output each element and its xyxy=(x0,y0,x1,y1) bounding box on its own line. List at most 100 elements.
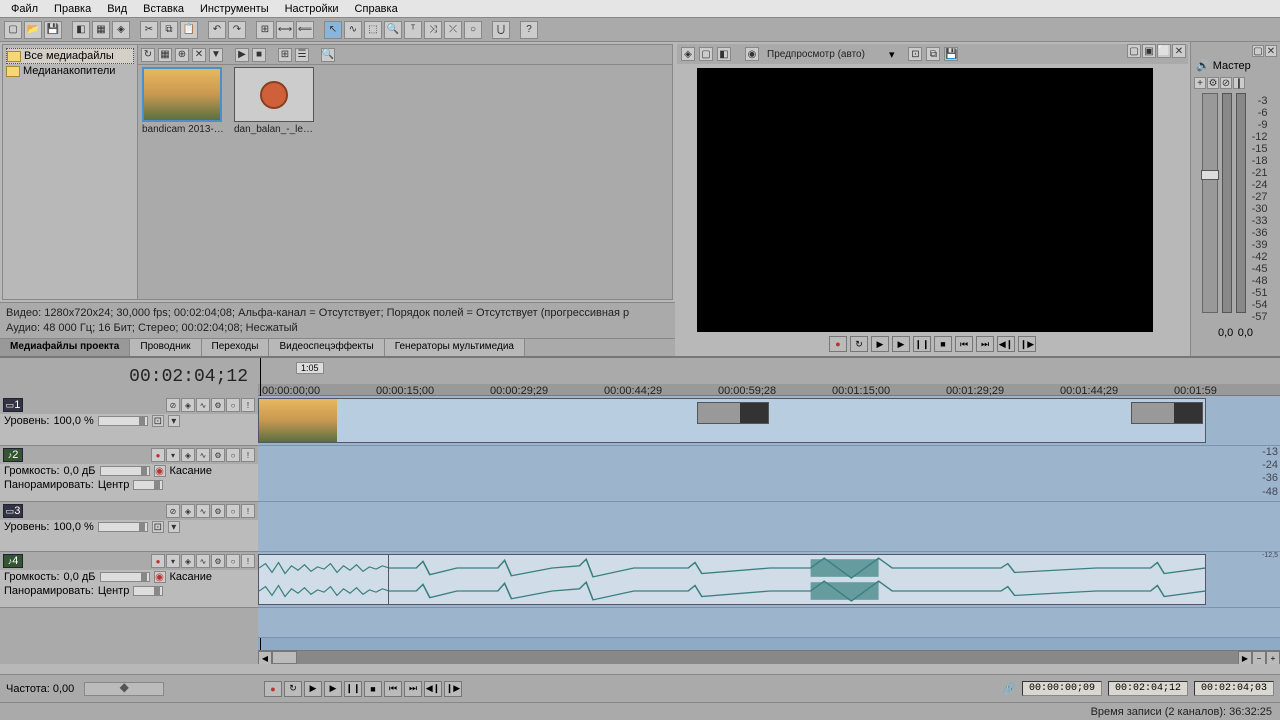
menu-insert[interactable]: Вставка xyxy=(136,1,191,17)
pause-icon[interactable]: ❙❙ xyxy=(344,681,362,697)
tab-transitions[interactable]: Переходы xyxy=(202,339,270,356)
track-fx-icon[interactable]: ◈ xyxy=(181,554,195,568)
ripple-icon[interactable]: ⟷ xyxy=(276,21,294,39)
snap-icon[interactable]: ⊞ xyxy=(256,21,274,39)
tab-explorer[interactable]: Проводник xyxy=(130,339,201,356)
stop-icon[interactable]: ■ xyxy=(934,336,952,352)
mixer-btn2[interactable]: ⚙ xyxy=(1207,77,1219,89)
next-frame-icon[interactable]: ❙▶ xyxy=(444,681,462,697)
go-end-icon[interactable]: ⏭ xyxy=(976,336,994,352)
shuffle-icon[interactable]: ⤨ xyxy=(424,21,442,39)
menu-tools[interactable]: Инструменты xyxy=(193,1,276,17)
lock-icon[interactable]: ○ xyxy=(464,21,482,39)
prev-frame-icon[interactable]: ◀❙ xyxy=(997,336,1015,352)
menu-help[interactable]: Справка xyxy=(348,1,405,17)
scrub-slider[interactable]: ◆ xyxy=(84,682,164,696)
scroll-right-icon[interactable]: ▶ xyxy=(1238,651,1252,664)
pause-icon[interactable]: ❙❙ xyxy=(913,336,931,352)
scroll-thumb[interactable] xyxy=(272,651,297,664)
mixer-mute-icon[interactable]: ⊘ xyxy=(1220,77,1232,89)
record-icon[interactable]: ● xyxy=(264,681,282,697)
play-icon[interactable]: ▶ xyxy=(324,681,342,697)
tab-project-media[interactable]: Медиафайлы проекта xyxy=(0,339,130,356)
track-fx-icon[interactable]: ◈ xyxy=(181,504,195,518)
props-icon[interactable]: ◧ xyxy=(72,21,90,39)
timecode-display[interactable]: 00:02:04;12 xyxy=(0,358,258,396)
normal-edit-icon[interactable]: ↖ xyxy=(324,21,342,39)
next-frame-icon[interactable]: ❙▶ xyxy=(1018,336,1036,352)
mixer-btn4[interactable]: ❙ xyxy=(1233,77,1245,89)
tool-icon[interactable]: ◈ xyxy=(112,21,130,39)
pan-slider[interactable] xyxy=(133,586,163,596)
text-tool-icon[interactable]: ᵀ xyxy=(404,21,422,39)
audio-clip[interactable] xyxy=(388,554,1206,605)
play-start-icon[interactable]: ▶ xyxy=(871,336,889,352)
copy-icon[interactable]: ⧉ xyxy=(160,21,178,39)
overlay-icon[interactable]: ⊡ xyxy=(908,47,922,61)
bypass-icon[interactable]: ⊘ xyxy=(166,398,180,412)
save-icon[interactable]: 💾 xyxy=(44,21,62,39)
fader[interactable] xyxy=(1202,93,1218,313)
media-item-video[interactable]: bandicam 2013-08... xyxy=(142,67,224,137)
tc-selection-length[interactable]: 00:02:04;03 xyxy=(1194,681,1274,696)
ext-mon-icon[interactable]: ▢ xyxy=(699,47,713,61)
tree-storage[interactable]: Медианакопители xyxy=(6,64,134,78)
gear-icon[interactable]: ⚙ xyxy=(211,504,225,518)
mute-icon[interactable]: ○ xyxy=(226,504,240,518)
redo-icon[interactable]: ↷ xyxy=(228,21,246,39)
preview-mode[interactable]: Предпросмотр (авто) xyxy=(763,49,885,60)
mute-icon[interactable]: ○ xyxy=(226,554,240,568)
copy-frame-icon[interactable]: ⧉ xyxy=(926,47,940,61)
zoom-out-icon[interactable]: − xyxy=(1252,651,1266,664)
loop-icon[interactable]: ↻ xyxy=(850,336,868,352)
refresh-icon[interactable]: ↻ xyxy=(141,48,155,62)
timeline-content[interactable]: 1:05 00:00:00;00 00:00:15;00 00:00:29;29… xyxy=(258,358,1280,664)
level-slider[interactable] xyxy=(98,416,148,426)
import-icon[interactable]: ⊕ xyxy=(175,48,189,62)
menu-edit[interactable]: Правка xyxy=(47,1,98,17)
stop-icon[interactable]: ■ xyxy=(252,48,266,62)
split-icon[interactable]: ◧ xyxy=(717,47,731,61)
prev-frame-icon[interactable]: ◀❙ xyxy=(424,681,442,697)
gear-icon[interactable]: ⚙ xyxy=(211,448,225,462)
marker[interactable]: 1:05 xyxy=(296,362,324,374)
solo-icon[interactable]: ! xyxy=(241,448,255,462)
mixer-btn1[interactable]: + xyxy=(1194,77,1206,89)
track-lane-2[interactable]: -13-24-36-48 xyxy=(258,446,1280,502)
go-end-icon[interactable]: ⏭ xyxy=(404,681,422,697)
track-header-4[interactable]: ♪4 ● ▾ ◈ ∿ ⚙ ○ ! Громкость: 0,0 дБ ◉ Кас… xyxy=(0,552,258,608)
zoom-in-icon[interactable]: + xyxy=(1266,651,1280,664)
automation-icon[interactable]: ∿ xyxy=(196,504,210,518)
dock-icon[interactable]: ▢ xyxy=(1127,44,1141,58)
media-item-audio[interactable]: dan_balan_-_len... xyxy=(234,67,316,137)
scroll-left-icon[interactable]: ◀ xyxy=(258,651,272,664)
input-icon[interactable]: ▾ xyxy=(166,448,180,462)
track-lane-empty[interactable] xyxy=(258,608,1280,638)
automation-icon[interactable]: ∿ xyxy=(196,398,210,412)
render-icon[interactable]: ▦ xyxy=(92,21,110,39)
vol-slider[interactable] xyxy=(100,572,150,582)
search-icon[interactable]: 🔍 xyxy=(321,48,335,62)
track-lane-3[interactable] xyxy=(258,502,1280,552)
clip-segment[interactable] xyxy=(1131,402,1203,424)
loop-icon[interactable]: ↻ xyxy=(284,681,302,697)
max-icon[interactable]: ⬜ xyxy=(1157,44,1171,58)
level-slider[interactable] xyxy=(98,522,148,532)
gear-icon[interactable]: ⚙ xyxy=(211,554,225,568)
touch-icon[interactable]: ◉ xyxy=(154,571,166,583)
timeline-scrollbar[interactable]: ◀ ▶ − + xyxy=(258,650,1280,664)
track-fx-icon[interactable]: ◈ xyxy=(181,398,195,412)
clip-segment[interactable] xyxy=(697,402,769,424)
dock-icon[interactable]: ▢ xyxy=(1252,45,1264,57)
video-clip[interactable] xyxy=(258,398,1206,443)
input-icon[interactable]: ▾ xyxy=(166,554,180,568)
menu-settings[interactable]: Настройки xyxy=(278,1,346,17)
bypass-icon[interactable]: ⊘ xyxy=(166,504,180,518)
close-icon[interactable]: ✕ xyxy=(1265,45,1277,57)
tc-selection-start[interactable]: 00:00:00;09 xyxy=(1022,681,1102,696)
vol-slider[interactable] xyxy=(100,466,150,476)
undo-icon[interactable]: ↶ xyxy=(208,21,226,39)
crossfade-icon[interactable]: ⤫ xyxy=(444,21,462,39)
track-header-3[interactable]: ▭3 ⊘ ◈ ∿ ⚙ ○ ! Уровень: 100,0 % ⊡ ▾ xyxy=(0,502,258,552)
track-lane-4[interactable]: -12,5 xyxy=(258,552,1280,608)
